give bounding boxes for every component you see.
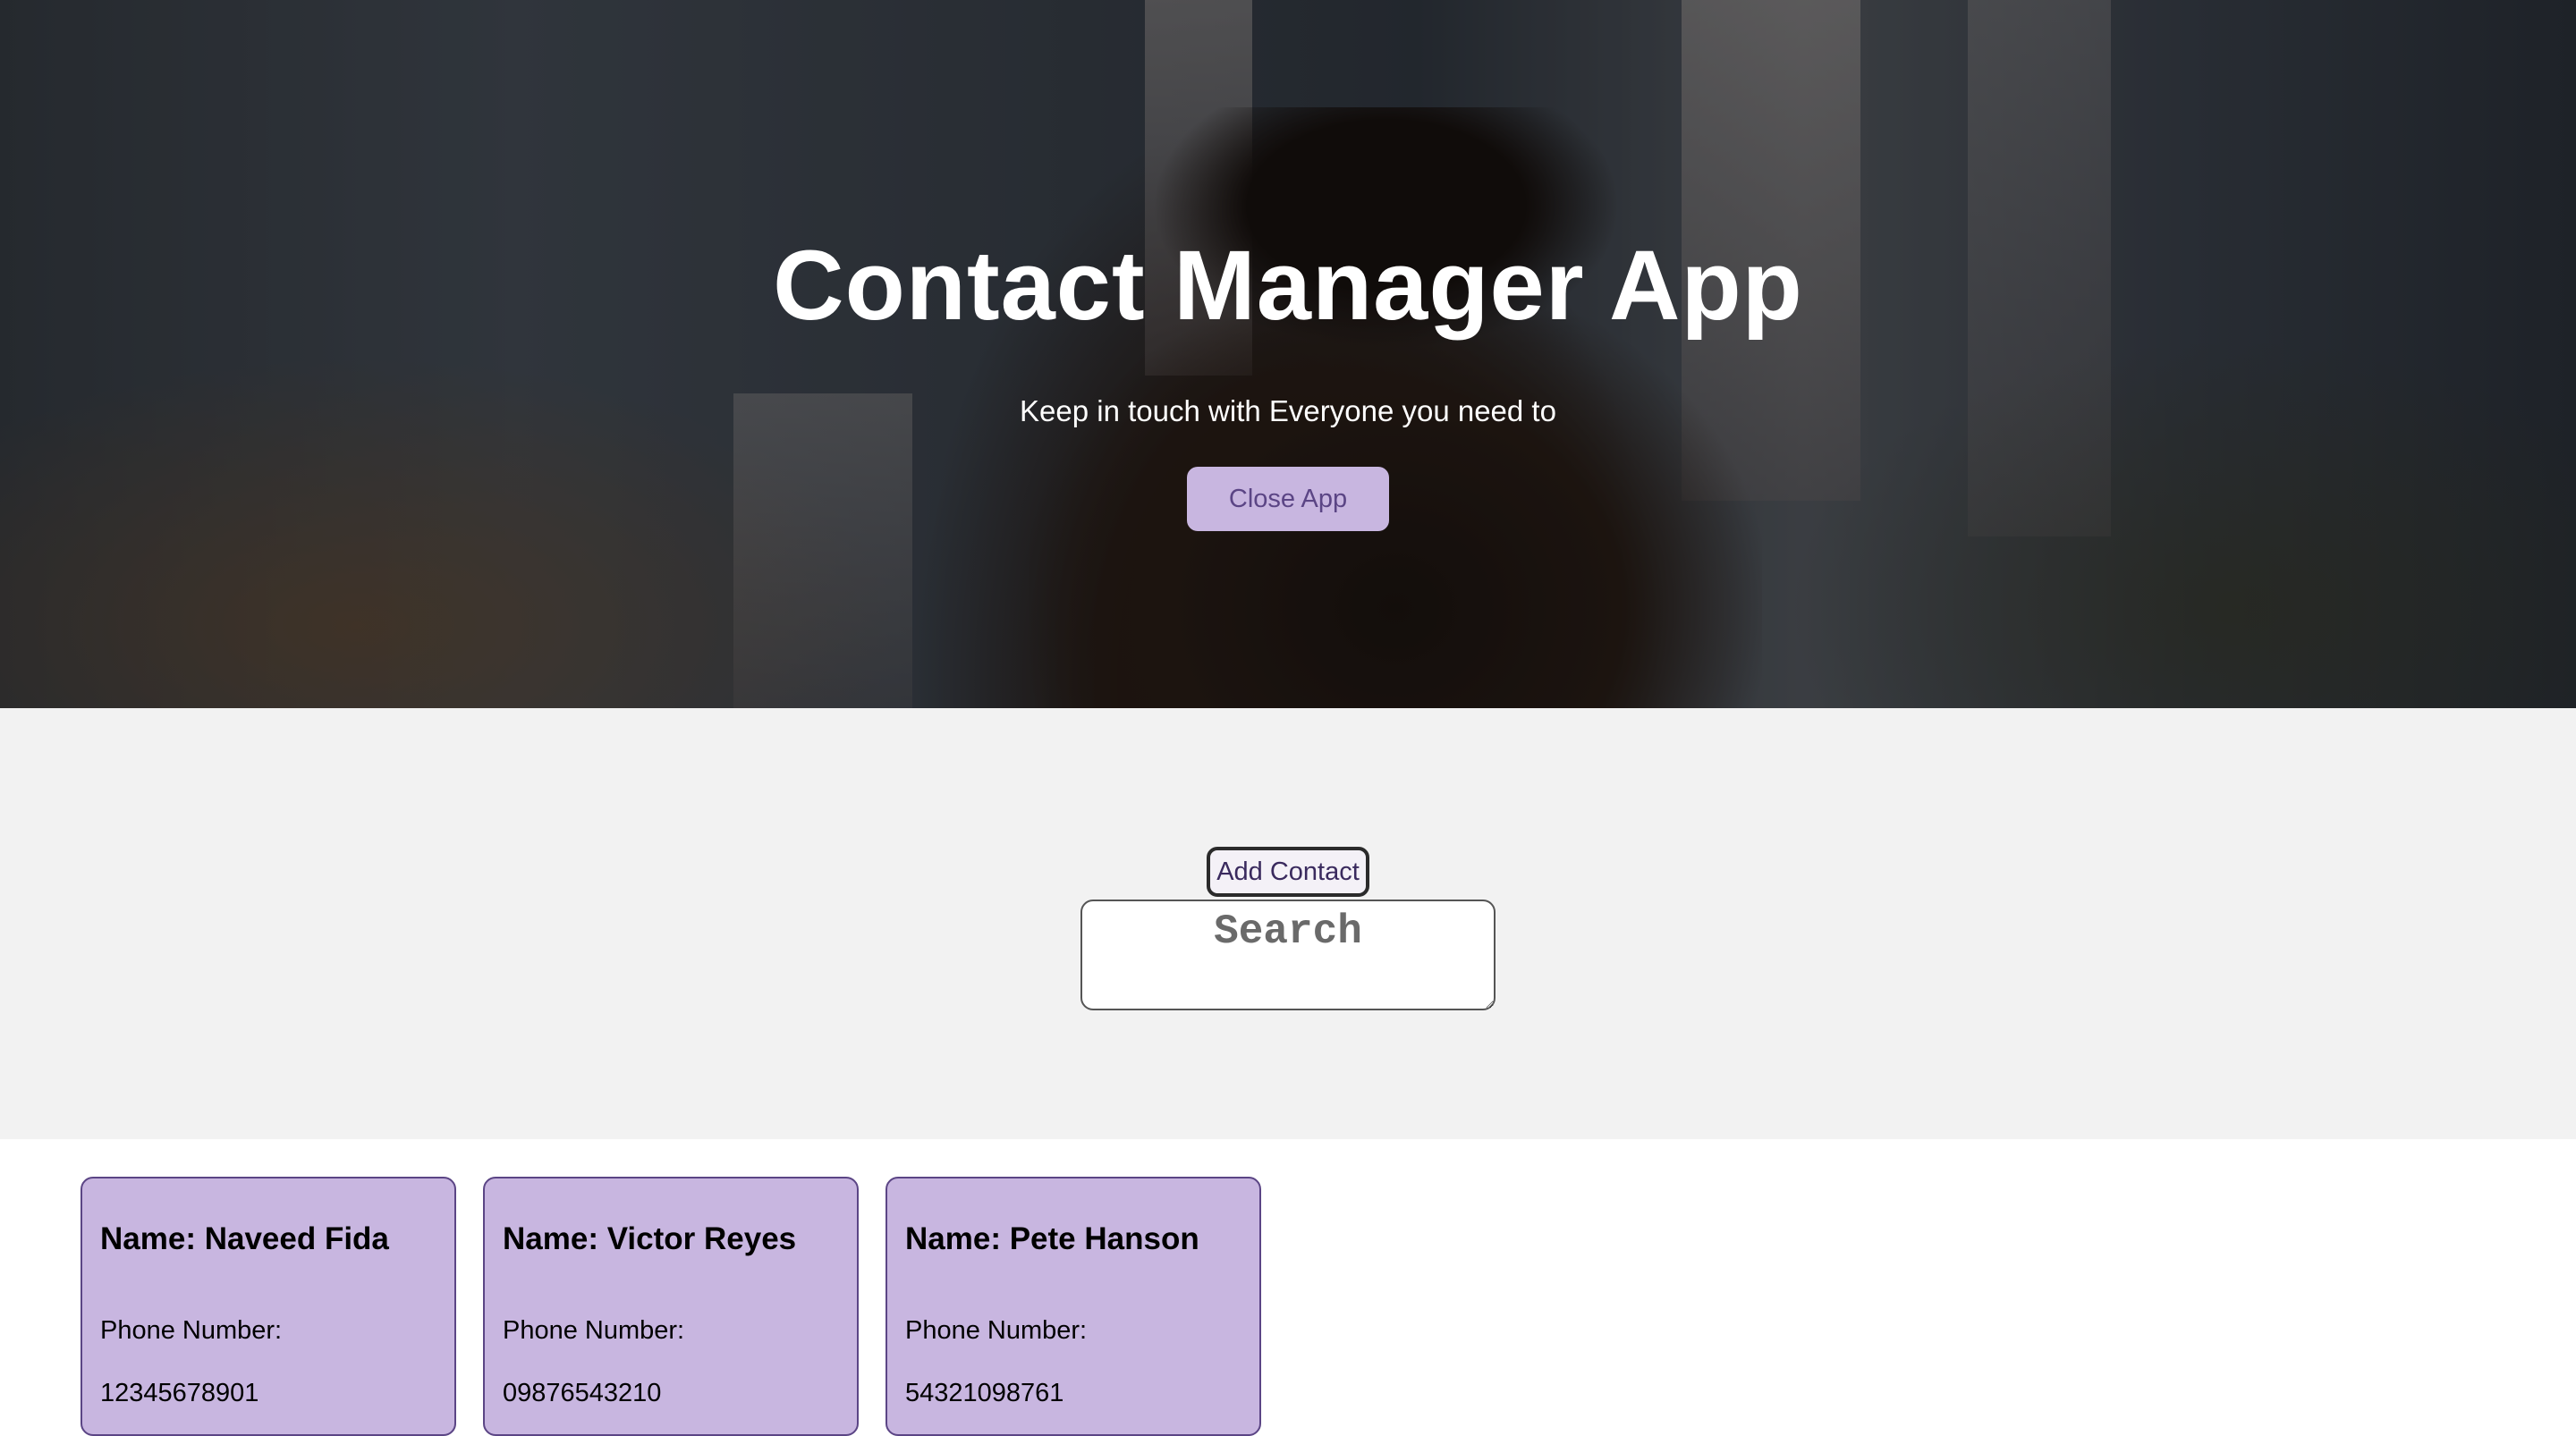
- close-app-button[interactable]: Close App: [1187, 467, 1389, 531]
- hero-banner: Contact Manager App Keep in touch with E…: [0, 0, 2576, 708]
- hero-subtitle: Keep in touch with Everyone you need to: [1020, 394, 1556, 427]
- hero-content: Contact Manager App Keep in touch with E…: [0, 0, 2576, 708]
- add-contact-button[interactable]: Add Contact: [1207, 847, 1369, 897]
- contact-name: Name: Victor Reyes: [503, 1221, 797, 1256]
- contact-card[interactable]: Name: Victor Reyes Phone Number: 0987654…: [483, 1177, 859, 1436]
- contact-list: Name: Naveed Fida Phone Number: 12345678…: [0, 1139, 2576, 1436]
- phone-label: Phone Number:: [100, 1316, 283, 1345]
- contact-card[interactable]: Name: Naveed Fida Phone Number: 12345678…: [80, 1177, 456, 1436]
- contact-name: Name: Naveed Fida: [100, 1221, 389, 1256]
- controls-section: Add Contact: [0, 708, 2576, 1139]
- search-input[interactable]: [1080, 900, 1496, 1010]
- phone-number: 12345678901: [100, 1379, 259, 1407]
- phone-label: Phone Number:: [503, 1316, 685, 1345]
- contact-card[interactable]: Name: Pete Hanson Phone Number: 54321098…: [886, 1177, 1261, 1436]
- phone-number: 09876543210: [503, 1379, 662, 1407]
- page-title: Contact Manager App: [773, 231, 1803, 341]
- phone-label: Phone Number:: [905, 1316, 1088, 1345]
- phone-number: 54321098761: [905, 1379, 1064, 1407]
- contact-name: Name: Pete Hanson: [905, 1221, 1199, 1256]
